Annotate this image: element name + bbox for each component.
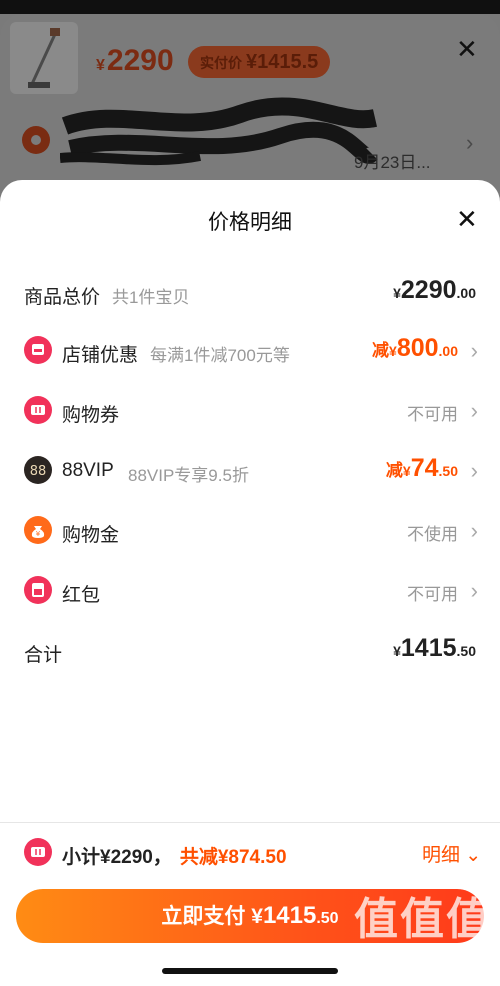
row-label: 商品总价 xyxy=(24,287,101,308)
location-pin-icon xyxy=(22,126,50,154)
row-label: 购物券 xyxy=(62,405,120,426)
row-value: ¥1415.50 xyxy=(393,634,476,662)
row-grand-total: 合计 ¥1415.50 xyxy=(0,630,500,670)
coupon-icon xyxy=(24,396,52,424)
svg-text:88: 88 xyxy=(30,464,47,479)
row-shopping-coupon[interactable]: 购物券 不可用 › xyxy=(0,390,500,430)
vip88-icon: 88 xyxy=(24,456,52,484)
money-bag-icon: ¥ xyxy=(24,516,52,544)
chevron-right-icon: › xyxy=(470,518,478,543)
background-price: ¥2290 xyxy=(96,44,174,77)
background-chevron-icon: › xyxy=(466,130,474,155)
footer-divider xyxy=(0,822,500,823)
row-value: 减¥74.50 xyxy=(385,454,458,482)
row-label: 店铺优惠 xyxy=(62,345,139,366)
shop-icon xyxy=(24,336,52,364)
status-bar xyxy=(0,0,500,14)
row-red-envelope[interactable]: 红包 不可用 › xyxy=(0,570,500,610)
row-status: 不可用 xyxy=(407,405,458,424)
watermark-url: zhizhizhi.com xyxy=(354,945,451,962)
background-close-icon: ✕ xyxy=(456,34,478,64)
row-label: 合计 xyxy=(24,645,63,666)
row-shop-discount[interactable]: 店铺优惠 每满1件减700元等 减¥800.00 › xyxy=(0,330,500,370)
coupon-summary-icon xyxy=(24,838,52,866)
row-total-goods: 商品总价 共1件宝贝 ¥2290.00 xyxy=(0,272,500,312)
row-value: ¥2290.00 xyxy=(393,276,476,304)
row-shopping-gold[interactable]: ¥ 购物金 不使用 › xyxy=(0,510,500,550)
red-envelope-icon xyxy=(24,576,52,604)
row-label: 红包 xyxy=(62,585,101,606)
background-delivery-date: 9月23日... xyxy=(354,153,431,172)
row-status: 不可用 xyxy=(407,585,458,604)
row-sub: 每满1件减700元等 xyxy=(150,346,290,365)
watermark: 值值值 zhizhizhi.com xyxy=(354,896,494,980)
subtotal-text: 小计¥2290， xyxy=(62,847,172,868)
detail-toggle-button[interactable]: 明细 ⌄ xyxy=(422,840,481,867)
svg-text:¥: ¥ xyxy=(36,530,41,538)
background-actual-price-badge: 实付价 ¥1415.5 xyxy=(188,46,331,78)
order-summary: 小计¥2290， 共减¥874.50 xyxy=(62,842,287,869)
chevron-right-icon: › xyxy=(470,398,478,423)
row-sub: 共1件宝贝 xyxy=(112,288,190,307)
watermark-logo: 值值值 xyxy=(354,895,492,944)
row-value: 减¥800.00 xyxy=(372,334,458,362)
row-sub: 88VIP专享9.5折 xyxy=(128,466,249,485)
product-thumbnail xyxy=(10,22,78,94)
home-indicator[interactable] xyxy=(162,968,338,974)
chevron-right-icon: › xyxy=(470,338,478,363)
redaction-scribble xyxy=(60,97,378,166)
sheet-title: 价格明细 xyxy=(208,211,292,234)
saved-text: 共减¥874.50 xyxy=(179,847,287,868)
chevron-right-icon: › xyxy=(470,458,478,483)
close-icon[interactable]: ✕ xyxy=(456,206,478,232)
chevron-right-icon: › xyxy=(470,578,478,603)
row-label: 购物金 xyxy=(62,525,120,546)
row-status: 不使用 xyxy=(407,525,458,544)
row-88vip[interactable]: 88 88VIP 88VIP专享9.5折 减¥74.50 › xyxy=(0,450,500,490)
row-label: 88VIP xyxy=(62,460,114,481)
